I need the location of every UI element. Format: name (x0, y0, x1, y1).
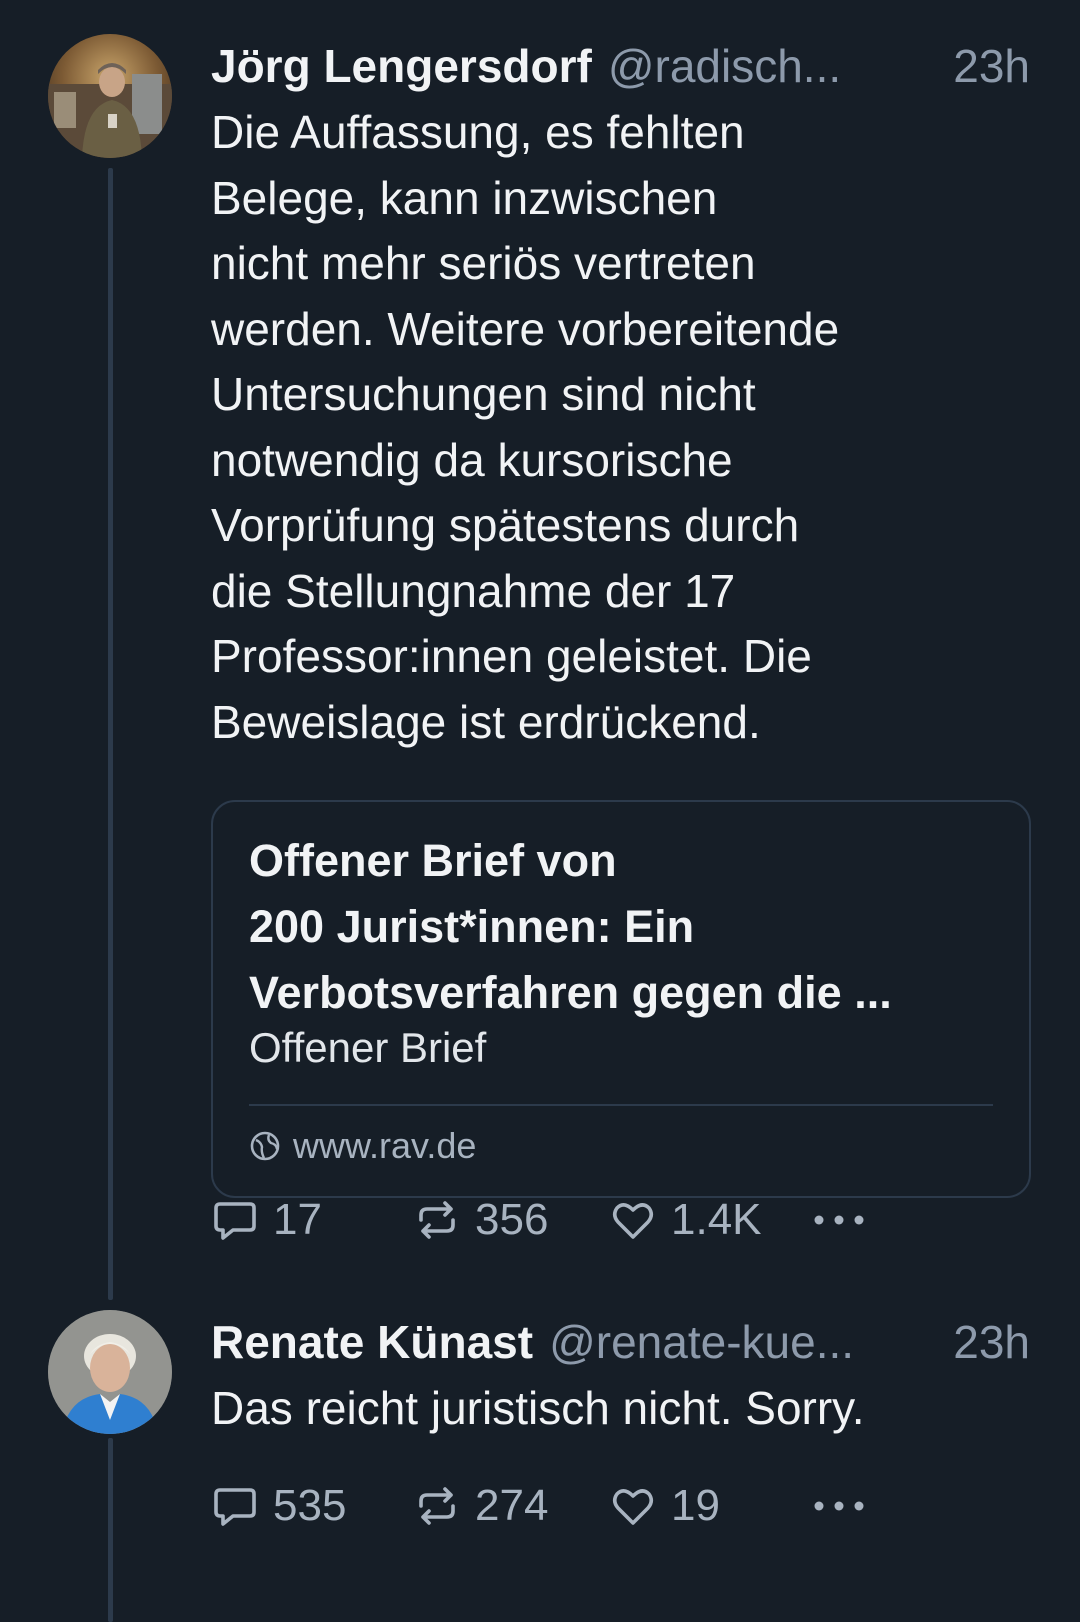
post-text-line: notwendig da kursorische (211, 433, 733, 486)
like-button[interactable]: 19 (609, 1476, 720, 1536)
thread-line (108, 168, 113, 1300)
reply-count: 535 (273, 1481, 347, 1530)
like-button[interactable]: 1.4K (609, 1190, 762, 1250)
link-card-domain: www.rav.de (249, 1124, 476, 1168)
more-options-button[interactable] (811, 1190, 867, 1250)
reply-button[interactable]: 17 (211, 1190, 322, 1250)
reply-button[interactable]: 535 (211, 1476, 346, 1536)
heart-icon (612, 1203, 654, 1239)
post-text-line: Untersuchungen sind nicht (211, 368, 756, 420)
post-header: Jörg Lengersdorf @radisch... 23h (211, 38, 1030, 94)
post-text-line: die Stellungnahme der 17 (211, 564, 736, 617)
post-text-line: nicht mehr seriös vertreten (211, 237, 756, 289)
post-text: Das reicht juristisch nicht. Sorry. (211, 1376, 1030, 1442)
link-card-title-line: Offener Brief von (249, 835, 617, 886)
thread-line (108, 1438, 113, 1622)
repost-button[interactable]: 356 (413, 1190, 548, 1250)
author-name[interactable]: Renate Künast (211, 1314, 533, 1370)
author-handle[interactable]: @radisch... (608, 38, 941, 94)
author-name[interactable]: Jörg Lengersdorf (211, 38, 592, 94)
post[interactable]: Jörg Lengersdorf @radisch... 23h Die Auf… (211, 38, 1030, 755)
post-text-line: Professor:innen geleistet. Die (211, 630, 812, 682)
post-text-line: Belege, kann inzwischen (211, 171, 718, 224)
post-actions: 535 274 19 (211, 1476, 931, 1536)
more-dots-icon (814, 1215, 864, 1225)
divider (249, 1104, 993, 1106)
author-handle[interactable]: @renate-kue... (549, 1314, 941, 1370)
reply-bubble-icon (214, 1488, 256, 1526)
post-text: Die Auffassung, es fehlten Belege, kann … (211, 100, 1030, 755)
link-card-title-line: 200 Jurist*innen: Ein (249, 901, 695, 952)
repost-button[interactable]: 274 (413, 1476, 548, 1536)
reply-bubble-icon (214, 1202, 256, 1240)
repost-icon (419, 1487, 455, 1525)
repost-icon (419, 1201, 455, 1239)
repost-count: 356 (475, 1195, 549, 1244)
post-text-line: Vorprüfung spätestens durch (211, 499, 800, 551)
link-card-title-line: Verbotsverfahren gegen die ... (249, 967, 892, 1018)
reply-count: 17 (273, 1195, 322, 1244)
post[interactable]: Renate Künast @renate-kue... 23h Das rei… (211, 1314, 1030, 1442)
post-text-line: werden. Weitere vorbereitende (211, 302, 840, 355)
globe-icon (250, 1131, 280, 1161)
avatar[interactable] (48, 34, 172, 158)
like-count: 1.4K (671, 1195, 762, 1244)
heart-icon (612, 1489, 654, 1525)
link-card-description: Offener Brief (249, 1024, 487, 1071)
more-options-button[interactable] (811, 1476, 867, 1536)
like-count: 19 (671, 1481, 720, 1530)
post-text-line: Beweislage ist erdrückend. (211, 695, 761, 748)
avatar[interactable] (48, 1310, 172, 1434)
post-actions: 17 356 1.4K (211, 1190, 931, 1250)
link-preview-card[interactable]: Offener Brief von 200 Jurist*innen: Ein … (211, 800, 1031, 1198)
repost-count: 274 (475, 1481, 549, 1530)
post-time[interactable]: 23h (953, 1314, 1030, 1370)
link-card-domain-text: www.rav.de (293, 1125, 477, 1166)
post-text-line: Die Auffassung, es fehlten (211, 106, 745, 158)
post-text-line: Das reicht juristisch nicht. Sorry. (211, 1382, 865, 1434)
link-card-title: Offener Brief von 200 Jurist*innen: Ein … (249, 828, 999, 1026)
post-header: Renate Künast @renate-kue... 23h (211, 1314, 1030, 1370)
more-dots-icon (814, 1501, 864, 1511)
post-time[interactable]: 23h (953, 38, 1030, 94)
